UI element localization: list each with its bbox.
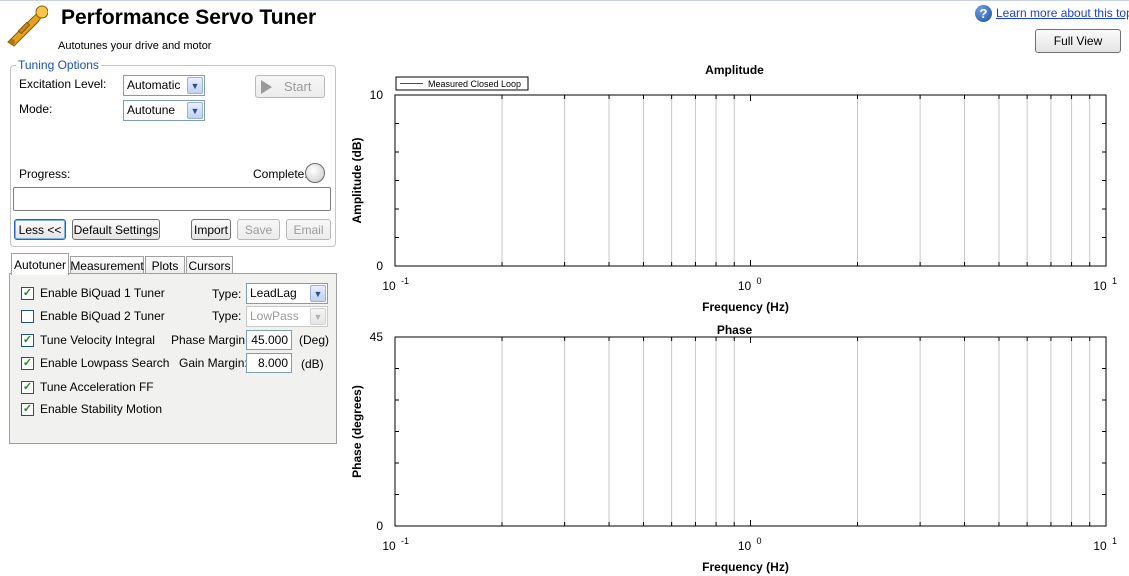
chart-x-tick-label: 10	[1093, 279, 1107, 293]
chart-y-axis-label: Phase (degrees)	[350, 385, 364, 478]
chart-x-tick-label: 10	[1093, 539, 1107, 553]
chart-x-tick-label: 10	[382, 279, 396, 293]
chart-legend-label: Measured Closed Loop	[428, 79, 521, 89]
chart-y-tick-label: 0	[376, 519, 383, 533]
frequency-response-charts: 10010 -1 10 0 10 1AmplitudeFrequency (Hz)Ampl…	[350, 63, 1117, 574]
chart-y-axis-label: Amplitude (dB)	[350, 138, 364, 224]
chart-x-tick-exponent: 0	[757, 276, 762, 286]
chart-x-tick-exponent: 1	[1112, 276, 1117, 286]
chart-x-tick-exponent: -1	[401, 276, 409, 286]
tab-autotuner[interactable]: Autotuner	[11, 253, 69, 275]
chart-y-tick-label: 0	[376, 259, 383, 273]
chart-y-tick-label: 10	[370, 88, 384, 102]
chart-x-tick-label: 10	[738, 539, 752, 553]
chart-x-tick-exponent: 0	[757, 536, 762, 546]
chart-y-tick-label: 45	[370, 330, 384, 344]
chart-title: Phase	[717, 323, 753, 337]
chart-x-axis-label: Frequency (Hz)	[702, 300, 789, 314]
chart-x-tick-exponent: 1	[1112, 536, 1117, 546]
chart-x-axis-label: Frequency (Hz)	[702, 560, 789, 574]
chart-x-tick-label: 10	[738, 279, 752, 293]
chart-title: Amplitude	[705, 63, 764, 77]
chart-x-tick-exponent: -1	[401, 536, 409, 546]
chart-x-tick-label: 10	[382, 539, 396, 553]
